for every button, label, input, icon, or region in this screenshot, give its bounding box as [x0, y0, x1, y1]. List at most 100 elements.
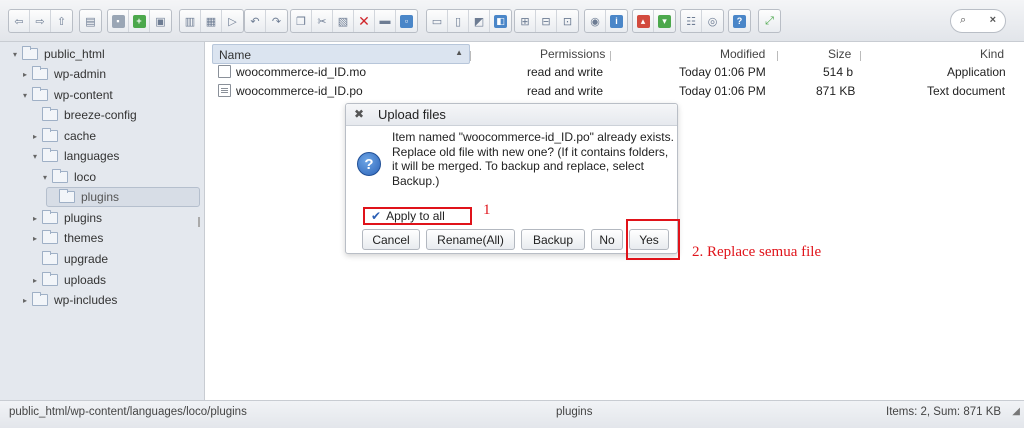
collapse-arrow-icon[interactable]: ▾ [10, 50, 20, 59]
expand-arrow-icon[interactable]: ▸ [20, 70, 30, 79]
rename-all-button[interactable]: Rename(All) [426, 229, 515, 250]
annotation-highlight-box [626, 219, 680, 260]
collapse-arrow-icon[interactable]: ▾ [30, 152, 40, 161]
list-view-icon[interactable]: ☷ [681, 10, 702, 32]
collapse-arrow-icon[interactable]: ▾ [40, 173, 50, 182]
tree-item-breeze-config[interactable]: breeze-config [30, 105, 137, 125]
expand-arrow-icon[interactable]: ▸ [30, 276, 40, 285]
column-header-size[interactable]: Size [828, 47, 851, 61]
sitemap-icon[interactable]: ⊡ [557, 10, 578, 32]
column-header-name[interactable]: Name ▲ [212, 44, 470, 64]
tree-item-themes[interactable]: ▸ themes [30, 228, 103, 248]
tree-item-languages[interactable]: ▾ languages [30, 146, 119, 166]
empty-icon[interactable]: ▬ [375, 10, 396, 32]
new-folder-icon[interactable]: ▪ [108, 10, 129, 32]
file-size: 871 KB [816, 84, 856, 98]
column-header-modified[interactable]: Modified [720, 47, 765, 61]
tree-item-wp-admin[interactable]: ▸ wp-admin [20, 64, 106, 84]
save-icon[interactable]: ▣ [150, 10, 171, 32]
open-icon[interactable]: ▥ [180, 10, 201, 32]
tree-item-wp-includes[interactable]: ▸ wp-includes [20, 290, 117, 310]
resize-grip-icon[interactable]: ◢ [1012, 406, 1020, 417]
list-header: Name ▲ Permissions Modified Size Kind [206, 44, 1024, 64]
status-bar: public_html/wp-content/languages/loco/pl… [0, 400, 1024, 428]
download-files-icon[interactable]: ▾ [654, 10, 675, 32]
sort-ascending-icon: ▲ [455, 48, 463, 57]
tree-item-plugins-selected[interactable]: plugins [46, 187, 200, 207]
redo-icon[interactable]: ↷ [266, 10, 287, 32]
file-modified: Today 01:06 PM [679, 65, 766, 79]
dialog-message: Item named "woocommerce-id_ID.po" alread… [392, 130, 674, 188]
back-arrow-icon[interactable]: ⇦ [9, 10, 30, 32]
delete-icon[interactable]: ✕ [354, 10, 375, 32]
small-grid-icon[interactable]: ⊟ [536, 10, 557, 32]
undo-icon[interactable]: ↶ [245, 10, 266, 32]
folder-icon [42, 272, 58, 286]
home-button-group: ▤ [79, 9, 102, 33]
file-row[interactable]: woocommerce-id_ID.mo read and write Toda… [206, 62, 1024, 82]
file-name: woocommerce-id_ID.mo [236, 65, 367, 79]
extract-icon[interactable]: ◧ [490, 10, 511, 32]
rename-icon[interactable]: ▭ [427, 10, 448, 32]
column-header-permissions[interactable]: Permissions [540, 47, 605, 61]
expand-arrow-icon[interactable]: ▸ [30, 214, 40, 223]
fullscreen-button-group: ⤢ [758, 9, 781, 33]
drive-icon [22, 46, 38, 60]
column-separator[interactable] [610, 51, 611, 61]
duplicate-icon[interactable]: ▫ [396, 10, 417, 32]
folder-icon [42, 251, 58, 265]
column-separator[interactable] [470, 51, 471, 61]
select-icon[interactable]: ▷ [222, 10, 243, 32]
tree-item-uploads[interactable]: ▸ uploads [30, 270, 106, 290]
tree-item-public-html[interactable]: ▾ public_html [10, 44, 105, 64]
dialog-title: Upload files [378, 107, 446, 122]
search-input[interactable]: ⌕ × [950, 9, 1006, 33]
upload-icon[interactable]: ▴ [633, 10, 654, 32]
paste-icon[interactable]: ▧ [333, 10, 354, 32]
tree-item-wp-content[interactable]: ▾ wp-content [20, 85, 113, 105]
column-header-kind[interactable]: Kind [980, 47, 1004, 61]
tree-item-plugins[interactable]: ▸ plugins [30, 208, 102, 228]
expand-arrow-icon[interactable]: ▸ [20, 296, 30, 305]
file-row[interactable]: woocommerce-id_ID.po read and write Toda… [206, 81, 1024, 101]
clear-search-icon[interactable]: × [990, 14, 996, 26]
folder-tree: ▾ public_html ▸ wp-admin ▾ wp-content br… [0, 42, 205, 400]
download-icon[interactable]: ▦ [201, 10, 222, 32]
new-file-icon[interactable]: + [129, 10, 150, 32]
column-separator[interactable] [777, 51, 778, 61]
collapse-arrow-icon[interactable]: ▾ [20, 91, 30, 100]
close-icon[interactable]: ✖ [354, 107, 364, 121]
sort-icon[interactable]: ◎ [702, 10, 723, 32]
sidebar-resize-handle[interactable] [198, 217, 200, 227]
folder-icon [32, 66, 48, 80]
edit-button-group: ❐ ✂ ▧ ✕ ▬ ▫ [290, 9, 418, 33]
home-icon[interactable]: ▤ [80, 10, 101, 32]
edit-file-icon[interactable]: ▯ [448, 10, 469, 32]
column-separator[interactable] [860, 51, 861, 61]
fullscreen-icon[interactable]: ⤢ [759, 10, 780, 32]
info-icon[interactable]: i [606, 10, 627, 32]
preview-eye-icon[interactable]: ◉ [585, 10, 606, 32]
up-arrow-icon[interactable]: ⇧ [51, 10, 72, 32]
resize-icon[interactable]: ◩ [469, 10, 490, 32]
backup-button[interactable]: Backup [521, 229, 585, 250]
annotation-step-2: 2. Replace semua file [692, 244, 822, 260]
cancel-button[interactable]: Cancel [362, 229, 420, 250]
copy-icon[interactable]: ❐ [291, 10, 312, 32]
help-icon[interactable]: ? [729, 10, 750, 32]
forward-arrow-icon[interactable]: ⇨ [30, 10, 51, 32]
grid-view-icon[interactable]: ⊞ [515, 10, 536, 32]
folder-icon [42, 128, 58, 142]
no-button[interactable]: No [591, 229, 623, 250]
tree-item-loco[interactable]: ▾ loco [40, 167, 96, 187]
cut-icon[interactable]: ✂ [312, 10, 333, 32]
tree-item-upgrade[interactable]: upgrade [30, 249, 108, 269]
apply-to-all-checkbox[interactable]: ✔ Apply to all [363, 207, 472, 225]
file-kind: Application [947, 65, 1006, 79]
file-permissions: read and write [527, 84, 604, 98]
dialog-titlebar[interactable]: ✖ Upload files [346, 104, 677, 126]
folder-icon [42, 210, 58, 224]
expand-arrow-icon[interactable]: ▸ [30, 234, 40, 243]
tree-item-cache[interactable]: ▸ cache [30, 126, 96, 146]
expand-arrow-icon[interactable]: ▸ [30, 132, 40, 141]
